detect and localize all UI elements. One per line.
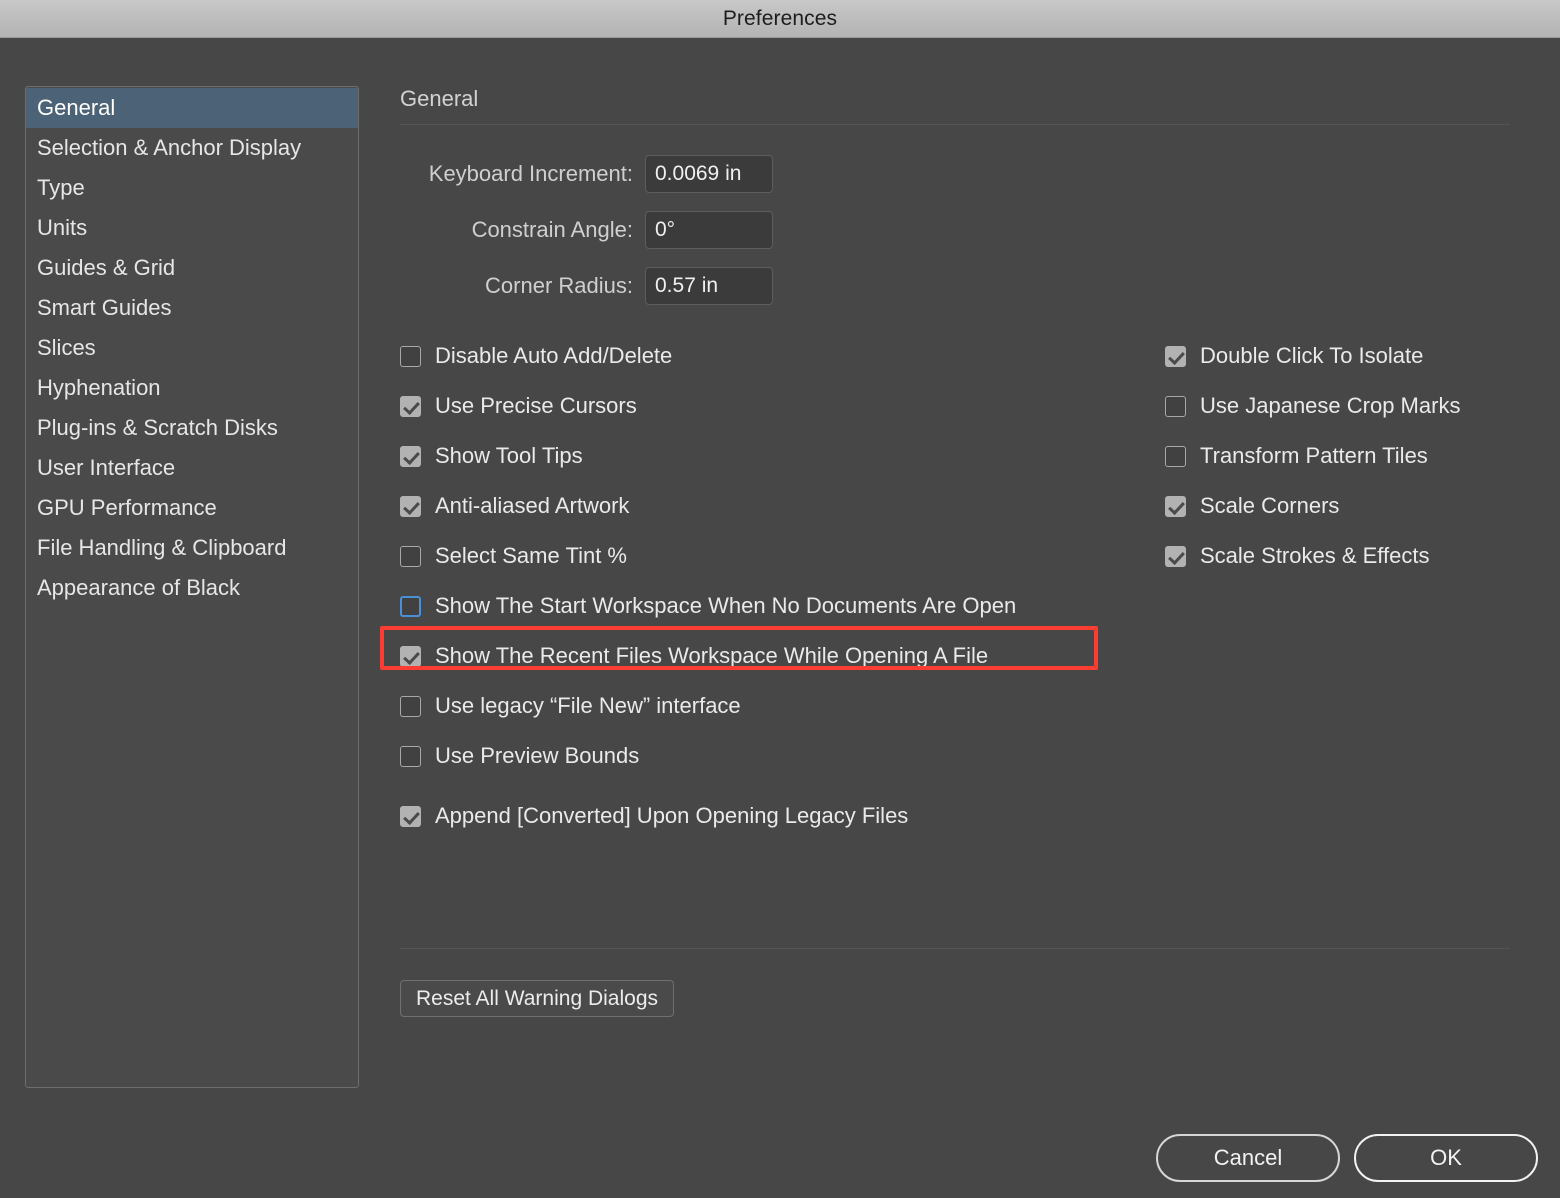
sidebar-item-label: Guides & Grid: [37, 255, 176, 280]
checkbox-options-area: Disable Auto Add/Delete Use Precise Curso…: [380, 331, 1510, 851]
cancel-button[interactable]: Cancel: [1156, 1134, 1340, 1182]
checkbox-row[interactable]: Use Preview Bounds: [400, 731, 1120, 781]
checkbox-label: Use Japanese Crop Marks: [1200, 393, 1461, 418]
checkbox-row[interactable]: Transform Pattern Tiles: [1165, 431, 1510, 481]
field-row: Constrain Angle: 0°: [400, 211, 1510, 249]
checkbox-icon[interactable]: [400, 645, 421, 667]
checkbox-icon[interactable]: [400, 395, 421, 417]
sidebar-item-label: General: [37, 95, 116, 120]
field-label: Corner Radius:: [485, 273, 633, 298]
numeric-fields-group: Keyboard Increment: 0.0069 in Constrain An…: [400, 155, 1510, 305]
checkbox-icon[interactable]: [400, 805, 421, 827]
sidebar-item-selection-anchor-display[interactable]: Selection & Anchor Display: [26, 128, 358, 168]
checkbox-row[interactable]: Select Same Tint %: [400, 531, 1120, 581]
preferences-dialog: General Selection & Anchor Display Type Uni…: [0, 38, 1560, 1198]
sidebar-item-label: File Handling & Clipboard: [37, 535, 287, 560]
reset-section-divider: [400, 948, 1510, 949]
checkbox-label: Show The Recent Files Workspace While Op…: [435, 643, 989, 668]
sidebar-item-gpu-performance[interactable]: GPU Performance: [26, 488, 358, 528]
sidebar-item-general[interactable]: General: [26, 88, 358, 128]
sidebar-item-guides-grid[interactable]: Guides & Grid: [26, 248, 358, 288]
checkbox-icon[interactable]: [400, 695, 421, 717]
page-title: General: [400, 86, 479, 111]
checkbox-row[interactable]: Scale Strokes & Effects: [1165, 531, 1510, 581]
sidebar-item-hyphenation[interactable]: Hyphenation: [26, 368, 358, 408]
checkbox-icon[interactable]: [1165, 495, 1186, 517]
checkbox-label: Use legacy “File New” interface: [435, 693, 741, 718]
checkbox-row[interactable]: Use legacy “File New” interface: [400, 681, 1120, 731]
checkbox-label: Show Tool Tips: [435, 443, 583, 468]
reset-all-warning-dialogs-button[interactable]: Reset All Warning Dialogs: [400, 980, 674, 1017]
sidebar-item-label: GPU Performance: [37, 495, 217, 520]
checkbox-label: Scale Strokes & Effects: [1200, 543, 1430, 568]
sidebar-item-label: Units: [37, 215, 88, 240]
field-input-constrain-angle[interactable]: 0°: [645, 211, 773, 249]
sidebar-item-label: Hyphenation: [37, 375, 161, 400]
checkbox-label: Select Same Tint %: [435, 543, 627, 568]
checkbox-row[interactable]: Use Precise Cursors: [400, 381, 1120, 431]
checkbox-row[interactable]: Show The Start Workspace When No Documen…: [400, 581, 1120, 631]
field-label: Keyboard Increment:: [428, 161, 633, 186]
checkbox-icon[interactable]: [1165, 445, 1186, 467]
general-settings-panel: General Keyboard Increment: 0.0069 in Cons…: [380, 86, 1510, 851]
checkbox-label: Use Precise Cursors: [435, 393, 637, 418]
checkbox-row[interactable]: Scale Corners: [1165, 481, 1510, 531]
checkbox-label: Scale Corners: [1200, 493, 1340, 518]
checkbox-icon[interactable]: [400, 445, 421, 467]
sidebar-item-smart-guides[interactable]: Smart Guides: [26, 288, 358, 328]
sidebar-item-type[interactable]: Type: [26, 168, 358, 208]
checkbox-label: Anti-aliased Artwork: [435, 493, 630, 518]
title-divider: [400, 124, 1510, 125]
checkbox-row[interactable]: Disable Auto Add/Delete: [400, 331, 1120, 381]
sidebar-item-label: Smart Guides: [37, 295, 172, 320]
checkbox-row[interactable]: Show Tool Tips: [400, 431, 1120, 481]
sidebar-item-plug-ins-scratch-disks[interactable]: Plug-ins & Scratch Disks: [26, 408, 358, 448]
window-title: Preferences: [722, 6, 838, 30]
checkbox-row[interactable]: Anti-aliased Artwork: [400, 481, 1120, 531]
sidebar-item-units[interactable]: Units: [26, 208, 358, 248]
sidebar-item-file-handling-clipboard[interactable]: File Handling & Clipboard: [26, 528, 358, 568]
checkbox-label: Use Preview Bounds: [435, 743, 640, 768]
sidebar-item-appearance-of-black[interactable]: Appearance of Black: [26, 568, 358, 608]
checkbox-label: Show The Start Workspace When No Documen…: [435, 593, 1017, 618]
field-row: Corner Radius: 0.57 in: [400, 267, 1510, 305]
window-titlebar: Preferences: [0, 0, 1560, 38]
checkbox-icon[interactable]: [1165, 395, 1186, 417]
sidebar-item-label: Appearance of Black: [37, 575, 241, 600]
checkbox-label: Transform Pattern Tiles: [1200, 443, 1428, 468]
field-label: Constrain Angle:: [471, 217, 633, 242]
ok-button[interactable]: OK: [1354, 1134, 1538, 1182]
checkbox-column-right: Double Click To Isolate Use Japanese Crop…: [1165, 331, 1510, 581]
sidebar-item-label: Plug-ins & Scratch Disks: [37, 415, 278, 440]
sidebar-item-label: User Interface: [37, 455, 176, 480]
checkbox-icon[interactable]: [400, 745, 421, 767]
checkbox-icon[interactable]: [400, 545, 421, 567]
sidebar-item-label: Slices: [37, 335, 96, 360]
field-input-corner-radius[interactable]: 0.57 in: [645, 267, 773, 305]
checkbox-label: Double Click To Isolate: [1200, 343, 1424, 368]
sidebar-item-user-interface[interactable]: User Interface: [26, 448, 358, 488]
checkbox-column-left: Disable Auto Add/Delete Use Precise Curso…: [400, 331, 1120, 841]
checkbox-icon[interactable]: [1165, 345, 1186, 367]
dialog-footer: Cancel OK: [1156, 1134, 1538, 1182]
checkbox-icon[interactable]: [1165, 545, 1186, 567]
checkbox-row[interactable]: Show The Recent Files Workspace While Op…: [400, 631, 1120, 681]
checkbox-label: Append [Converted] Upon Opening Legacy F…: [435, 803, 909, 828]
sidebar-item-slices[interactable]: Slices: [26, 328, 358, 368]
checkbox-row[interactable]: Append [Converted] Upon Opening Legacy F…: [400, 791, 1120, 841]
checkbox-row[interactable]: Double Click To Isolate: [1165, 331, 1510, 381]
sidebar-item-label: Type: [37, 175, 85, 200]
sidebar-category-list[interactable]: General Selection & Anchor Display Type Uni…: [25, 86, 359, 1088]
field-row: Keyboard Increment: 0.0069 in: [400, 155, 1510, 193]
field-input-keyboard-increment[interactable]: 0.0069 in: [645, 155, 773, 193]
checkbox-label: Disable Auto Add/Delete: [435, 343, 673, 368]
checkbox-icon[interactable]: [400, 595, 421, 617]
checkbox-row[interactable]: Use Japanese Crop Marks: [1165, 381, 1510, 431]
checkbox-icon[interactable]: [400, 495, 421, 517]
checkbox-icon[interactable]: [400, 345, 421, 367]
sidebar-item-label: Selection & Anchor Display: [37, 135, 302, 160]
